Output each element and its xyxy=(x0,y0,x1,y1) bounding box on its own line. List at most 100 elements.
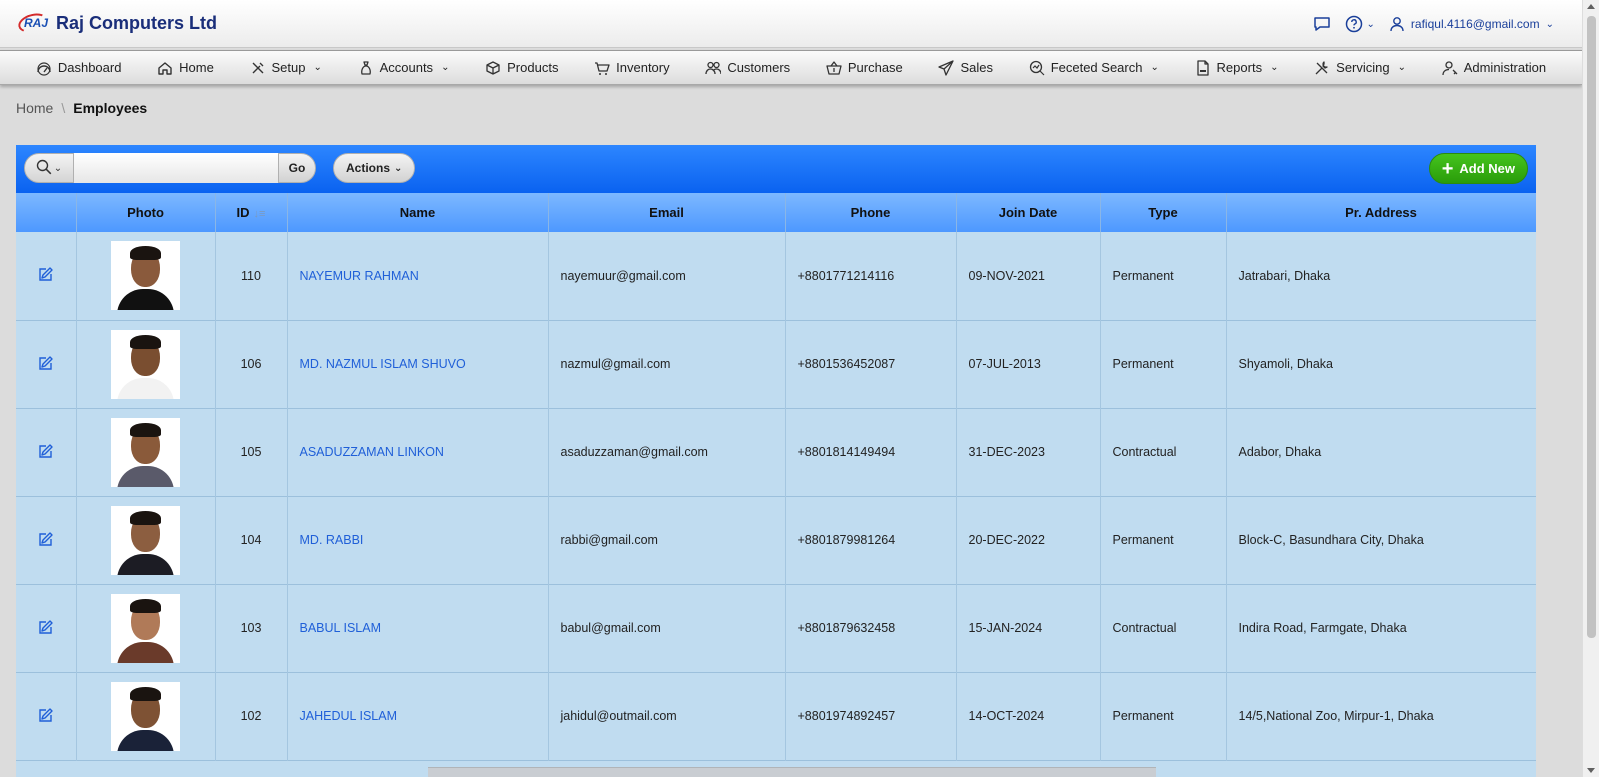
edit-icon[interactable] xyxy=(38,619,54,638)
column-header-email[interactable]: Email xyxy=(548,193,786,232)
add-new-label: Add New xyxy=(1459,161,1515,176)
nav-item-label: Administration xyxy=(1463,60,1547,75)
table-row: 105 ASADUZZAMAN LINKON asaduzzaman@gmail.c… xyxy=(16,408,1536,496)
table-header-row: Photo ID ↓≡ Name Email Phone Join Date Ty… xyxy=(16,193,1536,232)
nav-item-accounts[interactable]: Accounts ⌄ xyxy=(358,60,449,76)
top-header: RAJ Raj Computers Ltd ⌄ rafiqul.4116@gma… xyxy=(0,0,1582,48)
send-icon xyxy=(938,59,955,76)
wrench-icon xyxy=(1314,60,1330,76)
basket-icon xyxy=(826,60,842,76)
go-button[interactable]: Go xyxy=(278,153,316,183)
employee-join-date: 09-NOV-2021 xyxy=(956,232,1101,320)
breadcrumb-home[interactable]: Home xyxy=(16,100,53,116)
employee-photo xyxy=(111,241,180,311)
employee-photo xyxy=(111,505,180,575)
nav-item-home[interactable]: Home xyxy=(157,60,214,76)
employee-email: babul@gmail.com xyxy=(548,584,786,672)
column-header-type[interactable]: Type xyxy=(1100,193,1227,232)
chevron-down-icon: ⌄ xyxy=(1545,18,1554,30)
employee-name-link[interactable]: MD. RABBI xyxy=(300,533,364,547)
nav-item-label: Sales xyxy=(960,60,993,75)
page-scrollbar[interactable] xyxy=(1582,0,1599,777)
employee-type: Contractual xyxy=(1100,584,1227,672)
column-header-photo[interactable]: Photo xyxy=(76,193,216,232)
scroll-up-icon[interactable] xyxy=(1587,4,1595,9)
search-input[interactable] xyxy=(74,153,278,183)
column-header-id[interactable]: ID ↓≡ xyxy=(215,193,288,232)
table-row: 103 BABUL ISLAM babul@gmail.com +8801879632… xyxy=(16,584,1536,672)
nav-item-label: Purchase xyxy=(847,60,903,75)
chevron-down-icon: ⌄ xyxy=(394,162,403,174)
name-cell: NAYEMUR RAHMAN xyxy=(287,232,549,320)
employee-email: rabbi@gmail.com xyxy=(548,496,786,584)
employee-phone: +8801536452087 xyxy=(785,320,957,408)
name-cell: BABUL ISLAM xyxy=(287,584,549,672)
column-header-phone[interactable]: Phone xyxy=(785,193,957,232)
actions-button[interactable]: Actions ⌄ xyxy=(333,153,416,183)
nav-item-customers[interactable]: Customers xyxy=(705,60,790,76)
help-menu[interactable]: ⌄ xyxy=(1345,15,1375,33)
chat-icon[interactable] xyxy=(1313,16,1331,32)
photo-cell xyxy=(76,320,216,408)
column-header-address[interactable]: Pr. Address xyxy=(1226,193,1536,232)
employee-name-link[interactable]: JAHEDUL ISLAM xyxy=(300,709,397,723)
employee-phone: +8801814149494 xyxy=(785,408,957,496)
scroll-down-icon[interactable] xyxy=(1587,768,1595,773)
user-email: rafiqul.4116@gmail.com xyxy=(1410,17,1540,31)
employee-name-link[interactable]: MD. NAZMUL ISLAM SHUVO xyxy=(300,357,466,371)
photo-cell xyxy=(76,496,216,584)
nav-item-feceted-search[interactable]: Feceted Search ⌄ xyxy=(1029,60,1159,76)
edit-icon[interactable] xyxy=(38,266,54,285)
employee-name-link[interactable]: BABUL ISLAM xyxy=(300,621,382,635)
nav-item-label: Accounts xyxy=(379,60,434,75)
add-new-button[interactable]: + Add New xyxy=(1428,153,1528,184)
edit-cell xyxy=(16,408,77,496)
edit-icon[interactable] xyxy=(38,707,54,726)
employee-id: 106 xyxy=(215,320,288,408)
nav-item-sales[interactable]: Sales xyxy=(938,59,993,76)
nav-item-servicing[interactable]: Servicing ⌄ xyxy=(1314,60,1406,76)
nav-item-label: Dashboard xyxy=(57,60,122,75)
table-row: 104 MD. RABBI rabbi@gmail.com +880187998126… xyxy=(16,496,1536,584)
employee-address: Jatrabari, Dhaka xyxy=(1226,232,1536,320)
employee-address: Adabor, Dhaka xyxy=(1226,408,1536,496)
search-column-selector[interactable]: ⌄ xyxy=(24,153,74,183)
nav-item-dashboard[interactable]: Dashboard xyxy=(36,60,122,76)
column-header-name[interactable]: Name xyxy=(287,193,549,232)
nav-item-purchase[interactable]: Purchase xyxy=(826,60,903,76)
page-title: Employees xyxy=(73,100,148,116)
employee-id: 110 xyxy=(215,232,288,320)
nav-item-reports[interactable]: Reports ⌄ xyxy=(1195,59,1278,76)
nav-item-inventory[interactable]: Inventory xyxy=(594,60,670,76)
dashboard-icon xyxy=(36,60,52,76)
employee-phone: +8801879632458 xyxy=(785,584,957,672)
nav-item-products[interactable]: Products xyxy=(485,60,558,76)
chevron-down-icon: ⌄ xyxy=(53,162,63,174)
user-icon xyxy=(1389,16,1405,32)
scrollbar-thumb[interactable] xyxy=(1587,16,1596,638)
employee-type: Permanent xyxy=(1100,320,1227,408)
table-row: 106 MD. NAZMUL ISLAM SHUVO nazmul@gmail.co… xyxy=(16,320,1536,408)
brand[interactable]: RAJ Raj Computers Ltd xyxy=(16,10,217,36)
cart-icon xyxy=(594,60,610,76)
column-header-id-label: ID xyxy=(236,205,250,220)
edit-cell xyxy=(16,320,77,408)
column-header-join-date[interactable]: Join Date xyxy=(956,193,1101,232)
nav-item-setup[interactable]: Setup ⌄ xyxy=(250,60,322,76)
photo-cell xyxy=(76,408,216,496)
edit-icon[interactable] xyxy=(38,443,54,462)
employee-id: 103 xyxy=(215,584,288,672)
nav-item-administration[interactable]: Administration xyxy=(1442,60,1546,76)
nav-item-label: Inventory xyxy=(616,60,670,75)
user-menu[interactable]: rafiqul.4116@gmail.com ⌄ xyxy=(1389,16,1554,32)
employee-name-link[interactable]: ASADUZZAMAN LINKON xyxy=(300,445,444,459)
edit-icon[interactable] xyxy=(38,355,54,374)
header-actions: ⌄ rafiqul.4116@gmail.com ⌄ xyxy=(1313,15,1554,33)
breadcrumb: Home \ Employees xyxy=(16,100,147,116)
edit-icon[interactable] xyxy=(38,531,54,550)
employee-name-link[interactable]: NAYEMUR RAHMAN xyxy=(300,269,419,283)
employee-address: Indira Road, Farmgate, Dhaka xyxy=(1226,584,1536,672)
tools-icon xyxy=(250,60,266,76)
employees-panel: ⌄ Go Actions ⌄ + Add New Photo ID ↓≡ Name… xyxy=(16,145,1536,777)
edit-cell xyxy=(16,672,77,760)
